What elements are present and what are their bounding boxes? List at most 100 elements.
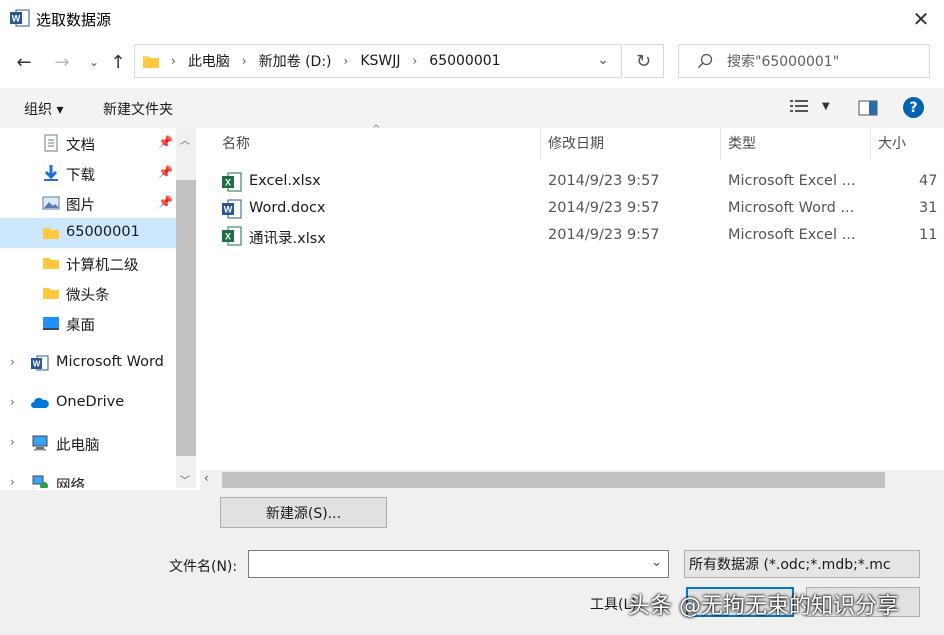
sidebar-item-onedrive[interactable]: › OneDrive: [0, 388, 176, 418]
sidebar-item-label: OneDrive: [56, 394, 125, 410]
sidebar-item-label: 计算机二级: [66, 258, 139, 274]
column-header-size[interactable]: 大小: [878, 128, 906, 160]
chevron-right-icon: ›: [343, 54, 349, 68]
sidebar-item-label: 桌面: [66, 318, 95, 334]
column-header-date[interactable]: 修改日期: [548, 128, 604, 160]
sidebar-item-label: 文档: [66, 138, 95, 154]
sidebar-item-this-pc[interactable]: › 此电脑: [0, 428, 176, 458]
word-icon: W: [31, 355, 49, 371]
word-icon: W: [10, 9, 30, 27]
command-bar: 组织 ▾ 新建文件夹 ▼ ?: [0, 88, 944, 128]
sidebar-item-65000001[interactable]: 65000001: [0, 218, 176, 248]
view-list-icon: [790, 100, 808, 112]
svg-text:X: X: [225, 178, 231, 188]
excel-file-icon: X: [222, 172, 242, 192]
search-input[interactable]: 搜索"65000001": [727, 51, 839, 71]
chevron-right-icon[interactable]: ›: [10, 355, 15, 369]
chevron-down-icon[interactable]: ⌄: [651, 555, 662, 570]
folder-icon: [43, 288, 59, 299]
download-icon: [44, 165, 58, 181]
sidebar-item-label: 网络: [56, 478, 85, 488]
preview-pane-icon[interactable]: [858, 100, 878, 116]
file-row[interactable]: X Excel.xlsx 2014/9/23 9:57 Microsoft Ex…: [200, 168, 944, 195]
view-options-button[interactable]: ▼: [790, 98, 830, 114]
file-type: Microsoft Excel ...: [728, 227, 856, 243]
up-button[interactable]: ↑: [104, 48, 132, 76]
svg-text:W: W: [224, 205, 233, 215]
svg-text:W: W: [33, 360, 41, 369]
sidebar-item-downloads[interactable]: 下载 📌: [0, 158, 176, 188]
file-size: 47: [919, 173, 938, 189]
column-header-name[interactable]: 名称: [222, 128, 250, 160]
column-divider[interactable]: [720, 128, 721, 160]
forward-button[interactable]: →: [48, 48, 76, 76]
sidebar-item-network[interactable]: › 网络: [0, 468, 176, 488]
computer-icon: [32, 435, 48, 451]
word-file-icon: W: [222, 199, 242, 219]
filetype-value: 所有数据源 (*.odc;*.mdb;*.mc: [689, 557, 891, 573]
filename-input[interactable]: ⌄: [248, 550, 669, 578]
file-size: 11: [919, 227, 938, 243]
sidebar-item-folder[interactable]: 微头条: [0, 278, 176, 308]
arrow-up-icon: ↑: [110, 51, 126, 73]
chevron-right-icon[interactable]: ›: [10, 435, 15, 449]
sidebar-item-documents[interactable]: 文档 📌: [0, 128, 176, 158]
svg-text:W: W: [12, 14, 21, 24]
breadcrumb-item[interactable]: 此电脑: [188, 51, 230, 71]
sidebar-item-label: Microsoft Word: [56, 354, 164, 370]
sort-ascending-icon: ^: [372, 124, 381, 135]
scroll-up-icon[interactable]: ︿: [180, 132, 190, 147]
new-source-button[interactable]: 新建源(S)...: [220, 497, 387, 528]
nav-scroll-thumb[interactable]: [176, 180, 196, 456]
file-type: Microsoft Word ...: [728, 200, 855, 216]
chevron-right-icon[interactable]: ›: [10, 475, 15, 488]
file-name: 通讯录.xlsx: [249, 231, 326, 247]
address-bar[interactable]: › 此电脑 › 新加卷 (D:) › KSWJJ › 65000001 ⌄: [134, 44, 622, 78]
horizontal-scroll-thumb[interactable]: [222, 472, 885, 488]
address-dropdown-icon[interactable]: ⌄: [597, 52, 609, 68]
breadcrumb-item[interactable]: KSWJJ: [360, 53, 400, 69]
file-date: 2014/9/23 9:57: [548, 200, 660, 216]
document-icon: [44, 134, 58, 152]
breadcrumb-item[interactable]: 65000001: [429, 53, 500, 69]
arrow-left-icon: ←: [16, 51, 32, 73]
file-size: 31: [919, 200, 938, 216]
search-icon: [698, 53, 713, 68]
help-icon[interactable]: ?: [903, 97, 924, 118]
column-header-type[interactable]: 类型: [728, 128, 756, 160]
filetype-select[interactable]: 所有数据源 (*.odc;*.mdb;*.mc: [684, 550, 920, 578]
organize-menu[interactable]: 组织 ▾: [24, 99, 63, 119]
cloud-icon: [31, 397, 49, 408]
scroll-down-icon[interactable]: ﹀: [180, 472, 190, 487]
chevron-down-icon: ⌄: [88, 55, 100, 69]
refresh-button[interactable]: ↻: [624, 44, 664, 78]
column-divider[interactable]: [870, 128, 871, 160]
file-row[interactable]: X 通讯录.xlsx 2014/9/23 9:57 Microsoft Exce…: [200, 222, 944, 249]
sidebar-item-microsoft-word[interactable]: › W Microsoft Word: [0, 348, 176, 378]
file-date: 2014/9/23 9:57: [548, 227, 660, 243]
title-bar: W 选取数据源 ✕: [0, 0, 944, 38]
sidebar-item-pictures[interactable]: 图片 📌: [0, 188, 176, 218]
close-button[interactable]: ✕: [908, 6, 934, 32]
new-folder-button[interactable]: 新建文件夹: [103, 99, 173, 119]
chevron-right-icon[interactable]: ›: [10, 395, 15, 409]
svg-text:X: X: [225, 232, 231, 242]
search-box[interactable]: 搜索"65000001": [678, 44, 930, 78]
caret-down-icon: ▼: [822, 100, 830, 112]
sidebar-item-label: 65000001: [66, 224, 140, 240]
pin-icon: 📌: [158, 165, 173, 179]
chevron-right-icon: ›: [171, 54, 176, 68]
breadcrumb-item[interactable]: 新加卷 (D:): [259, 51, 332, 71]
scroll-left-icon[interactable]: ‹: [204, 471, 209, 485]
close-icon: ✕: [912, 7, 930, 31]
file-name: Excel.xlsx: [249, 173, 321, 189]
window-title: 选取数据源: [36, 11, 112, 29]
sidebar-item-folder[interactable]: 计算机二级: [0, 248, 176, 278]
sidebar-item-desktop[interactable]: 桌面: [0, 308, 176, 338]
navigation-pane: 文档 📌 下载 📌 图片 📌 65000001 计算机二级 微头条 桌面 › W…: [0, 128, 196, 488]
network-icon: [32, 475, 48, 488]
column-divider[interactable]: [540, 128, 541, 160]
sidebar-item-label: 下载: [66, 168, 95, 184]
file-row[interactable]: W Word.docx 2014/9/23 9:57 Microsoft Wor…: [200, 195, 944, 222]
back-button[interactable]: ←: [10, 48, 38, 76]
